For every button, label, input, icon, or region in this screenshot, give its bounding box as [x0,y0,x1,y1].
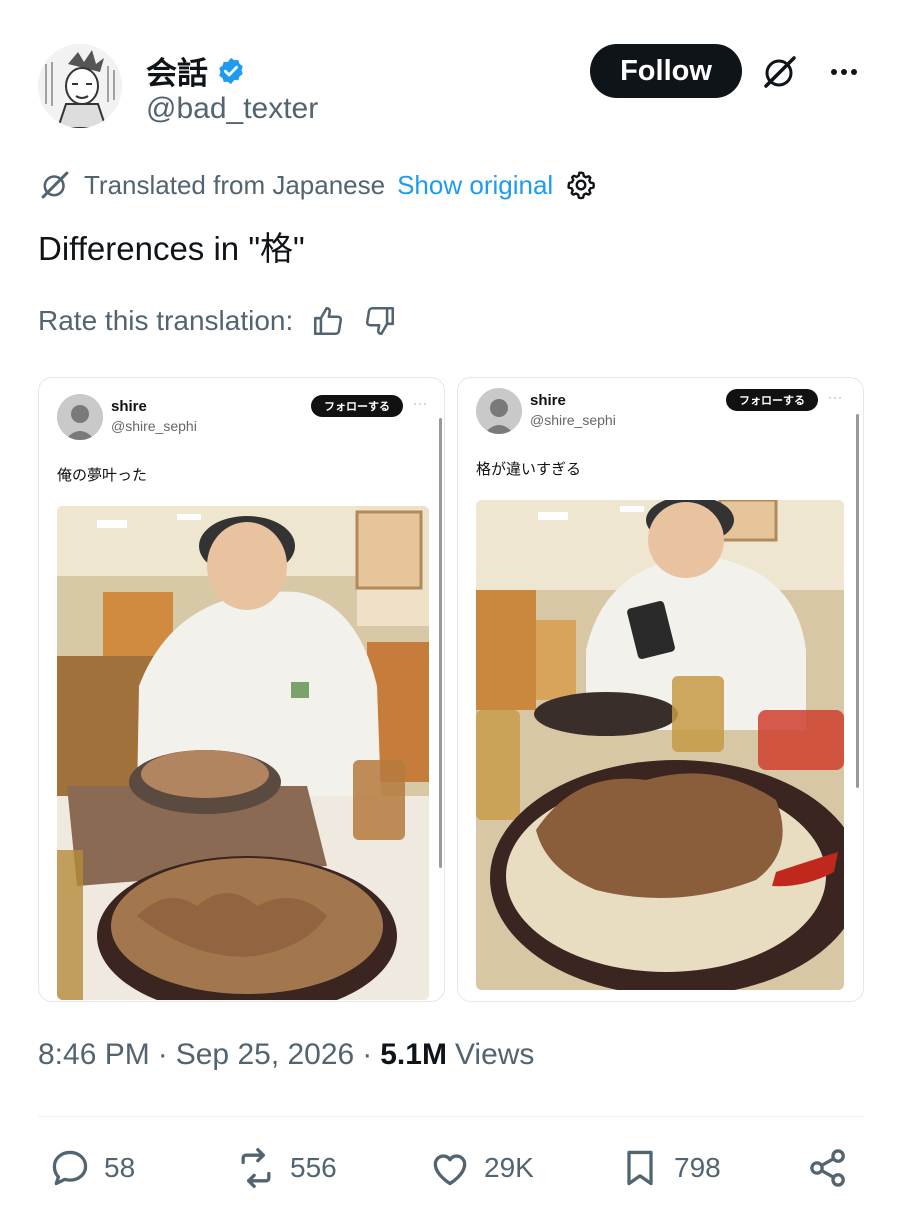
reply-button[interactable]: 58 [48,1146,135,1190]
rate-translation: Rate this translation: [38,304,397,338]
show-original-link[interactable]: Show original [397,170,553,201]
share-icon [810,1149,845,1187]
tweet-date[interactable]: Sep 25, 2026 [176,1038,355,1072]
food-photo[interactable] [476,500,844,990]
bookmark-button[interactable]: 798 [618,1146,721,1190]
follow-button[interactable]: Follow [590,44,742,98]
embedded-more-icon: ··· [828,390,843,404]
media-card-2[interactable]: shire @shire_sephi フォローする ··· 格が違いすぎる [457,377,864,1002]
tweet-timestamp: 8:46 PM · Sep 25, 2026 · 5.1M Views [38,1038,534,1072]
settings-gear-icon[interactable] [565,169,597,201]
embedded-handle: @shire_sephi [111,418,197,434]
embedded-avatar [57,394,103,440]
separator-dot: · [157,1038,168,1071]
views-count[interactable]: 5.1M [380,1038,447,1072]
bookmark-icon [627,1150,653,1186]
food-photo[interactable] [57,506,429,1000]
repost-icon [241,1148,271,1188]
action-bar: 58 556 29K 798 [38,1146,864,1200]
like-count: 29K [484,1152,534,1183]
thumbs-down-icon[interactable] [363,304,397,338]
media-card-1[interactable]: shire @shire_sephi フォローする ··· 俺の夢叶った [38,377,445,1002]
separator-dot: · [362,1038,373,1071]
verified-badge-icon [219,57,243,84]
tweet-text: Differences in "格" [38,230,305,267]
embedded-text: 格が違いすぎる [476,461,582,478]
scrollbar [439,418,442,868]
share-button[interactable] [806,1146,850,1190]
repost-button[interactable]: 556 [234,1146,337,1190]
translate-icon [41,171,69,199]
reply-icon [52,1150,88,1186]
embedded-more-icon: ··· [413,396,428,410]
embedded-follow-button: フォローする [311,395,403,417]
media-grid: shire @shire_sephi フォローする ··· 俺の夢叶った shi… [38,377,864,1002]
tweet-time[interactable]: 8:46 PM [38,1038,150,1072]
bookmark-count: 798 [674,1152,721,1183]
reply-count: 58 [104,1152,136,1183]
embedded-name: shire [111,398,147,415]
author-handle[interactable]: @bad_texter [146,92,318,126]
repost-count: 556 [290,1152,337,1183]
rate-translation-label: Rate this translation: [38,305,294,336]
translation-notice: Translated from Japanese Show original [38,168,597,202]
embedded-follow-button: フォローする [726,389,818,411]
author-name-row: 会話 [146,48,246,93]
embedded-avatar [476,388,522,434]
tweet-header: 会話 @bad_texter Follow [38,40,868,140]
like-icon [433,1154,467,1186]
embedded-text: 俺の夢叶った [57,467,148,484]
translated-from-label: Translated from Japanese [84,169,386,200]
author-display-name[interactable]: 会話 [146,48,208,93]
embedded-name: shire [530,392,566,409]
views-label: Views [454,1038,535,1071]
grok-icon[interactable] [760,52,800,92]
more-icon[interactable] [824,52,864,92]
like-button[interactable]: 29K [428,1146,534,1190]
embedded-handle: @shire_sephi [530,412,616,428]
thumbs-up-icon[interactable] [311,304,345,338]
author-avatar[interactable] [38,44,122,128]
scrollbar [856,414,859,788]
divider [38,1116,864,1117]
